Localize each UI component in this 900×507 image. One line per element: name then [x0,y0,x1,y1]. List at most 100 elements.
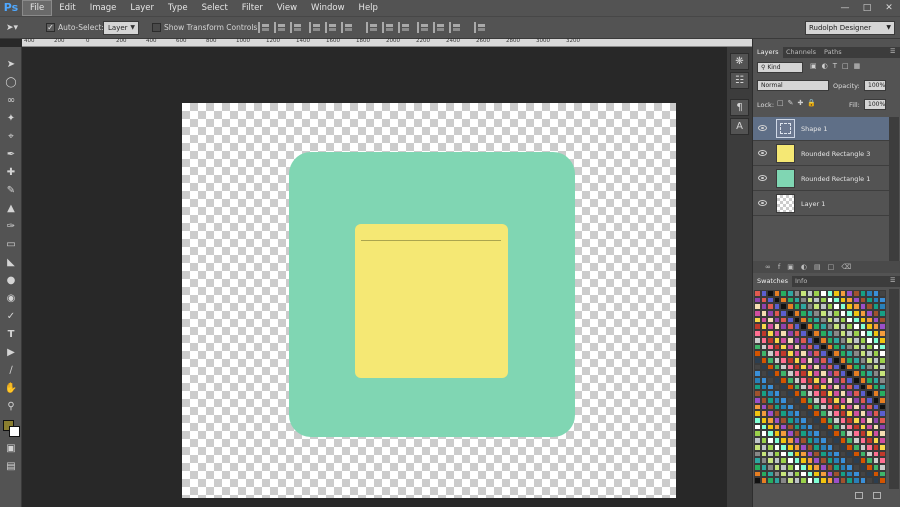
swatch[interactable] [826,383,834,391]
swatch[interactable] [760,397,768,404]
swatch[interactable] [754,296,761,304]
swatch[interactable] [780,470,787,478]
swatch[interactable] [839,437,847,444]
swatch[interactable] [866,303,873,311]
menu-help[interactable]: Help [352,0,385,16]
swatch[interactable] [833,363,840,371]
swatch[interactable] [780,417,787,424]
swatch[interactable] [852,310,860,317]
eraser-tool-icon[interactable]: ▭ [4,238,18,252]
layer-row-rounded-rectangle-1[interactable]: Rounded Rectangle 1 [753,167,889,191]
swatch[interactable] [872,290,880,297]
swatch[interactable] [846,423,853,431]
layers-footer-icons[interactable]: ∞f▣◐▤□⌫ [753,261,900,273]
swatch[interactable] [833,296,840,304]
swatch[interactable] [780,303,787,311]
swatch[interactable] [872,343,880,351]
swatch[interactable] [866,376,873,384]
swatch[interactable] [806,477,814,484]
swatch[interactable] [866,463,873,471]
swatch[interactable] [806,356,814,364]
swatch[interactable] [773,437,781,444]
swatch[interactable] [754,370,761,377]
eye-icon[interactable] [758,125,767,131]
swatch[interactable] [839,450,847,458]
swatch[interactable] [760,296,768,304]
swatch[interactable] [826,463,834,471]
swatch[interactable] [806,397,814,404]
swatch[interactable] [806,430,814,438]
swatch[interactable] [819,323,827,331]
swatch[interactable] [760,417,768,424]
swatch[interactable] [806,450,814,458]
swatch[interactable] [793,323,801,331]
swatch[interactable] [754,323,761,331]
swatch[interactable] [872,316,880,324]
swatch[interactable] [872,443,880,451]
swatch[interactable] [859,363,867,371]
swatch[interactable] [839,390,847,397]
swatch[interactable] [872,296,880,304]
paragraph-icon[interactable]: ¶ [730,99,749,116]
swatch[interactable] [852,363,860,371]
swatch[interactable] [852,477,860,484]
swatch[interactable] [786,477,794,484]
close-icon[interactable]: ✕ [878,0,900,16]
swatch[interactable] [780,397,787,404]
swatch[interactable] [773,450,781,458]
swatch[interactable] [806,336,814,344]
swatch[interactable] [780,463,787,471]
swatch[interactable] [866,450,873,458]
swatch[interactable] [806,310,814,317]
history-brush-tool-icon[interactable]: ✑ [4,220,18,234]
swatch[interactable] [813,417,820,424]
swatch[interactable] [872,356,880,364]
swatch[interactable] [780,310,787,317]
swatch[interactable] [800,390,807,397]
swatch[interactable] [872,350,880,357]
swatch[interactable] [846,290,853,297]
swatch[interactable] [833,397,840,404]
swatch[interactable] [833,316,840,324]
swatch[interactable] [859,430,867,438]
swatch[interactable] [859,343,867,351]
menu-view[interactable]: View [270,0,304,16]
swatch[interactable] [826,417,834,424]
swatch[interactable] [879,457,886,464]
swatch[interactable] [800,316,807,324]
swatch[interactable] [826,296,834,304]
swatch[interactable] [866,443,873,451]
swatch[interactable] [852,423,860,431]
swatch[interactable] [806,330,814,337]
swatch[interactable] [833,403,840,411]
swatch[interactable] [806,443,814,451]
swatch[interactable] [800,376,807,384]
swatch[interactable] [846,316,853,324]
menu-edit[interactable]: Edit [52,0,82,16]
swatch[interactable] [806,410,814,418]
quick-select-tool-icon[interactable]: ✦ [4,112,18,126]
swatch[interactable] [754,376,761,384]
swatch[interactable] [754,343,761,351]
swatch[interactable] [879,397,886,404]
rounded-rectangle-yellow[interactable] [355,224,508,378]
hand-tool-icon[interactable]: ✋ [4,382,18,396]
swatch[interactable] [846,330,853,337]
swatch[interactable] [760,310,768,317]
panel-menu-icon[interactable]: ☰ [890,277,895,284]
swatch[interactable] [852,290,860,297]
swatch[interactable] [754,336,761,344]
swatch[interactable] [826,330,834,337]
pen-tool-icon[interactable]: ✓ [4,310,18,324]
swatch[interactable] [879,417,886,424]
swatch[interactable] [793,350,801,357]
swatch[interactable] [839,410,847,418]
swatch[interactable] [852,417,860,424]
swatch[interactable] [826,356,834,364]
swatch[interactable] [846,477,853,484]
swatch[interactable] [813,336,820,344]
align-bottom-icon[interactable] [290,22,302,33]
distribute-vcenter-icon[interactable] [382,22,394,33]
swatch[interactable] [846,403,853,411]
align-vcenter-icon[interactable] [274,22,286,33]
